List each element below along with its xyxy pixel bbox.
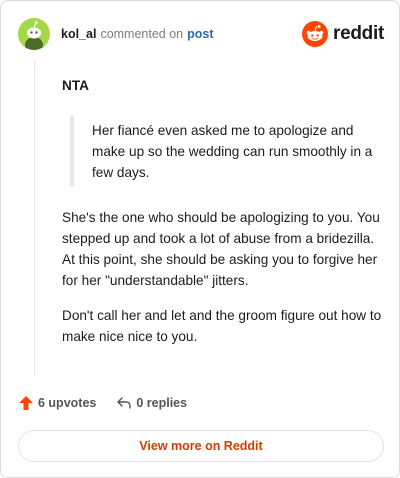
comment-heading: NTA xyxy=(62,78,89,93)
reddit-wordmark: reddit xyxy=(333,23,384,44)
comment-header: kol_al commented on post reddit xyxy=(18,18,384,50)
upvotes-button[interactable]: 6 upvotes xyxy=(18,395,96,411)
comment-paragraph: Don't call her and let and the groom fig… xyxy=(62,308,382,344)
comment-embed-card: kol_al commented on post reddit NTA Her … xyxy=(0,0,400,478)
reddit-logo-icon xyxy=(302,21,329,47)
comment-paragraph: She's the one who should be apologizing … xyxy=(62,210,380,288)
reply-arrow-icon xyxy=(117,397,132,409)
upvote-arrow-icon xyxy=(19,396,33,410)
comment-body: NTA Her fiancé even asked me to apologiz… xyxy=(62,75,384,361)
quoted-text: Her fiancé even asked me to apologize an… xyxy=(70,116,384,187)
replies-button[interactable]: 0 replies xyxy=(116,395,187,411)
user-avatar[interactable] xyxy=(18,18,50,50)
view-more-button[interactable]: View more on Reddit xyxy=(18,430,384,462)
thread-line xyxy=(34,60,35,376)
reddit-brand[interactable]: reddit xyxy=(302,21,384,47)
username-link[interactable]: kol_al xyxy=(61,27,96,41)
comment-footer: 6 upvotes 0 replies xyxy=(18,395,187,411)
comment-meta: kol_al commented on post xyxy=(61,27,214,41)
snoo-avatar-icon xyxy=(18,18,50,50)
action-text: commented on xyxy=(100,27,184,41)
upvotes-count: 6 upvotes xyxy=(38,396,97,410)
replies-count: 0 replies xyxy=(136,396,188,410)
post-link[interactable]: post xyxy=(187,27,213,41)
